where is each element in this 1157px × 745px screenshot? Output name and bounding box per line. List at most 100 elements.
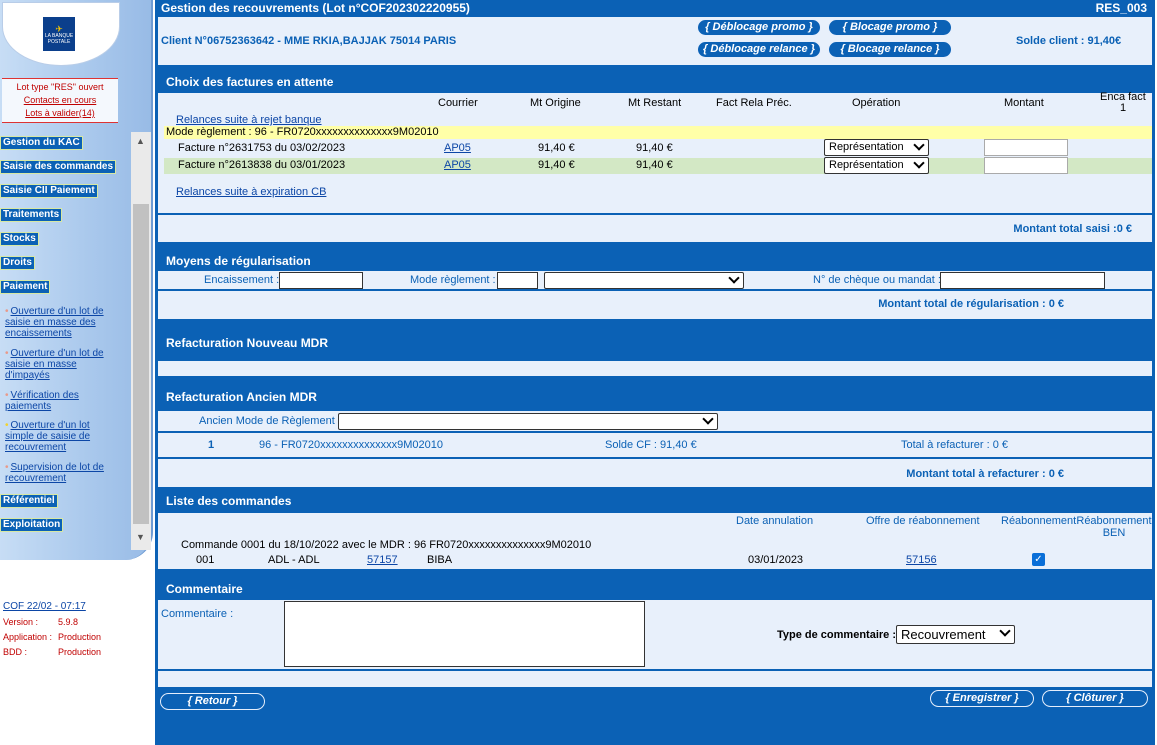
deblocage-promo-button[interactable]: { Déblocage promo } bbox=[697, 19, 821, 36]
bdd-value: Production bbox=[58, 647, 102, 657]
chevron-down-icon bbox=[913, 139, 925, 151]
blocage-promo-button[interactable]: { Blocage promo } bbox=[828, 19, 952, 36]
refact-row-solde: Solde CF : 91,40 € bbox=[605, 439, 697, 451]
nav-saisie-commandes[interactable]: Saisie des commandes bbox=[0, 160, 117, 174]
relances-cb-link[interactable]: Relances suite à expiration CB bbox=[176, 186, 326, 198]
screen-code: RES_003 bbox=[1095, 1, 1147, 15]
section-moyens-title: Moyens de régularisation bbox=[166, 254, 311, 268]
encaissement-input[interactable] bbox=[279, 272, 363, 289]
nav-sub-lot-encaissements[interactable]: • Ouverture d'un lot de saisie en masse d… bbox=[5, 306, 117, 339]
cloturer-button[interactable]: { Clôturer } bbox=[1042, 690, 1148, 707]
type-commentaire-label: Type de commentaire : bbox=[777, 629, 896, 641]
nav-traitements[interactable]: Traitements bbox=[0, 208, 63, 222]
operation-value: Représentation bbox=[829, 159, 904, 171]
bdd-label: BDD : bbox=[3, 647, 28, 657]
mt-restant: 91,40 € bbox=[636, 142, 673, 154]
mt-restant: 91,40 € bbox=[636, 159, 673, 171]
col-enca-fact-num: 1 bbox=[1120, 102, 1127, 114]
nav-sub-lot-impayes[interactable]: • Ouverture d'un lot de saisie en masse d… bbox=[5, 348, 117, 381]
nav-sub-label: Supervision de lot de recouvrement bbox=[5, 462, 104, 484]
cheque-mandat-input[interactable] bbox=[940, 272, 1105, 289]
relances-rejet-link[interactable]: Relances suite à rejet banque bbox=[176, 114, 322, 126]
scroll-up-icon[interactable]: ▲ bbox=[136, 136, 145, 146]
version-value: 5.9.8 bbox=[58, 617, 79, 627]
nav-sub-verification-paiements[interactable]: • Vérification des paiements bbox=[5, 390, 117, 412]
operation-select[interactable]: Représentation bbox=[824, 157, 929, 174]
nav-saisie-cii-paiement[interactable]: Saisie CII Paiement bbox=[0, 184, 98, 198]
nav-paiement[interactable]: Paiement bbox=[0, 280, 51, 294]
enregistrer-button[interactable]: { Enregistrer } bbox=[930, 690, 1034, 707]
nav-sub-label: Ouverture d'un lot de saisie en masse d'… bbox=[5, 348, 104, 381]
refact-row-mdr: 96 - FR0720xxxxxxxxxxxxxx9M02010 bbox=[259, 439, 444, 451]
chevron-down-icon bbox=[913, 157, 925, 169]
nav-stocks[interactable]: Stocks bbox=[0, 232, 39, 246]
col-mt-origine: Mt Origine bbox=[530, 97, 581, 109]
refact-ancien-row-panel: 1 96 - FR0720xxxxxxxxxxxxxx9M02010 Solde… bbox=[158, 433, 1152, 457]
lots-a-valider-link[interactable]: Lots à valider(14) bbox=[2, 107, 118, 120]
moyens-panel: Encaissement : Mode règlement : N° de ch… bbox=[158, 271, 1152, 289]
mt-origine: 91,40 € bbox=[538, 159, 575, 171]
commentaire-textarea[interactable] bbox=[284, 601, 645, 667]
nav-sub-lot-recouvrement[interactable]: • Ouverture d'un lot simple de saisie de … bbox=[5, 420, 117, 453]
mode-reglement-bar: Mode règlement : 96 - FR0720xxxxxxxxxxxx… bbox=[164, 126, 1152, 139]
nav-referentiel[interactable]: Référentiel bbox=[0, 494, 58, 508]
cheque-mandat-label: N° de chèque ou mandat : bbox=[813, 274, 941, 286]
left-navigation: ✈ LA BANQUE POSTALE Lot type "RES" ouvert… bbox=[0, 0, 153, 745]
col-fact-rela: Fact Rela Préc. bbox=[716, 97, 792, 109]
col-courrier: Courrier bbox=[438, 97, 478, 109]
reabonnement-checkbox[interactable]: ✓ bbox=[1032, 553, 1045, 566]
scrollbar-thumb[interactable] bbox=[133, 204, 149, 524]
nav-scrollbar[interactable]: ▲ ▼ bbox=[131, 132, 151, 550]
page-header: Gestion des recouvrements (Lot n°COF2023… bbox=[155, 0, 1155, 17]
chevron-down-icon bbox=[728, 272, 740, 284]
nav-sub-label: Ouverture d'un lot simple de saisie de r… bbox=[5, 420, 91, 453]
cmd-num: 001 bbox=[196, 554, 215, 566]
commentaire-footer-panel bbox=[158, 671, 1152, 687]
client-info: Client N°06752363642 - MME RKIA,BAJJAK 7… bbox=[161, 35, 457, 47]
footer-bar: { Retour } { Enregistrer } { Clôturer } bbox=[155, 687, 1155, 717]
la-banque-postale-logo: ✈ LA BANQUE POSTALE bbox=[43, 17, 75, 51]
courrier-link[interactable]: AP05 bbox=[444, 159, 471, 171]
offre-reabonnement-link[interactable]: 57156 bbox=[906, 554, 937, 566]
cmd-nom: BIBA bbox=[427, 554, 453, 566]
scroll-down-icon[interactable]: ▼ bbox=[136, 532, 145, 542]
cmd-date-annulation: 03/01/2023 bbox=[748, 554, 804, 566]
deblocage-relance-button[interactable]: { Déblocage relance } bbox=[697, 41, 821, 58]
refact-ancien-total-panel: Montant total à refacturer : 0 € bbox=[158, 459, 1152, 487]
logo-text: LA BANQUE POSTALE bbox=[44, 33, 74, 45]
section-commandes-title: Liste des commandes bbox=[166, 494, 292, 508]
mode-reglement-code-input[interactable] bbox=[497, 272, 538, 289]
montant-total-refacturer: Montant total à refacturer : 0 € bbox=[906, 468, 1064, 480]
col-offre-reabonnement: Offre de réabonnement bbox=[866, 515, 980, 527]
nav-gestion-kac[interactable]: Gestion du KAC bbox=[0, 136, 83, 150]
nav-droits[interactable]: Droits bbox=[0, 256, 35, 270]
type-commentaire-select[interactable]: Recouvrement bbox=[896, 625, 1015, 644]
commande-label: Commande 0001 du 18/10/2022 avec le MDR … bbox=[181, 539, 592, 551]
lot-info: Lot type "RES" ouvert Contacts en cours … bbox=[2, 78, 118, 123]
mode-reglement-select[interactable] bbox=[544, 272, 744, 289]
col-reabonnement-ben: Réabonnement BEN bbox=[1076, 515, 1152, 539]
refact-row-num: 1 bbox=[208, 439, 215, 451]
system-info: COF 22/02 - 07:17 Version : 5.9.8 Applica… bbox=[3, 600, 123, 658]
contacts-link[interactable]: Contacts en cours bbox=[2, 94, 118, 107]
cmd-code-link[interactable]: 57157 bbox=[367, 554, 398, 566]
cmd-produit: ADL - ADL bbox=[268, 554, 320, 566]
operation-value: Représentation bbox=[829, 141, 904, 153]
montant-input[interactable] bbox=[984, 139, 1068, 156]
retour-button[interactable]: { Retour } bbox=[160, 693, 265, 710]
col-mt-restant: Mt Restant bbox=[628, 97, 682, 109]
operation-select[interactable]: Représentation bbox=[824, 139, 929, 156]
table-row: Facture n°2613838 du 03/01/2023 AP05 91,… bbox=[164, 157, 1152, 174]
nav-sub-supervision[interactable]: • Supervision de lot de recouvrement bbox=[5, 462, 117, 484]
nav-exploitation[interactable]: Exploitation bbox=[0, 518, 64, 532]
courrier-link[interactable]: AP05 bbox=[444, 142, 471, 154]
bullet-icon: • bbox=[5, 390, 9, 401]
ancien-mode-select[interactable] bbox=[338, 413, 718, 430]
encaissement-label: Encaissement : bbox=[204, 274, 280, 286]
refact-ancien-mode-panel: Ancien Mode de Règlement : bbox=[158, 411, 1152, 431]
montant-input[interactable] bbox=[984, 157, 1068, 174]
bullet-icon: • bbox=[5, 462, 9, 473]
blocage-relance-button[interactable]: { Blocage relance } bbox=[828, 41, 952, 58]
cof-link[interactable]: COF 22/02 - 07:17 bbox=[3, 601, 86, 612]
factures-total-panel: Montant total saisi :0 € bbox=[158, 215, 1152, 242]
